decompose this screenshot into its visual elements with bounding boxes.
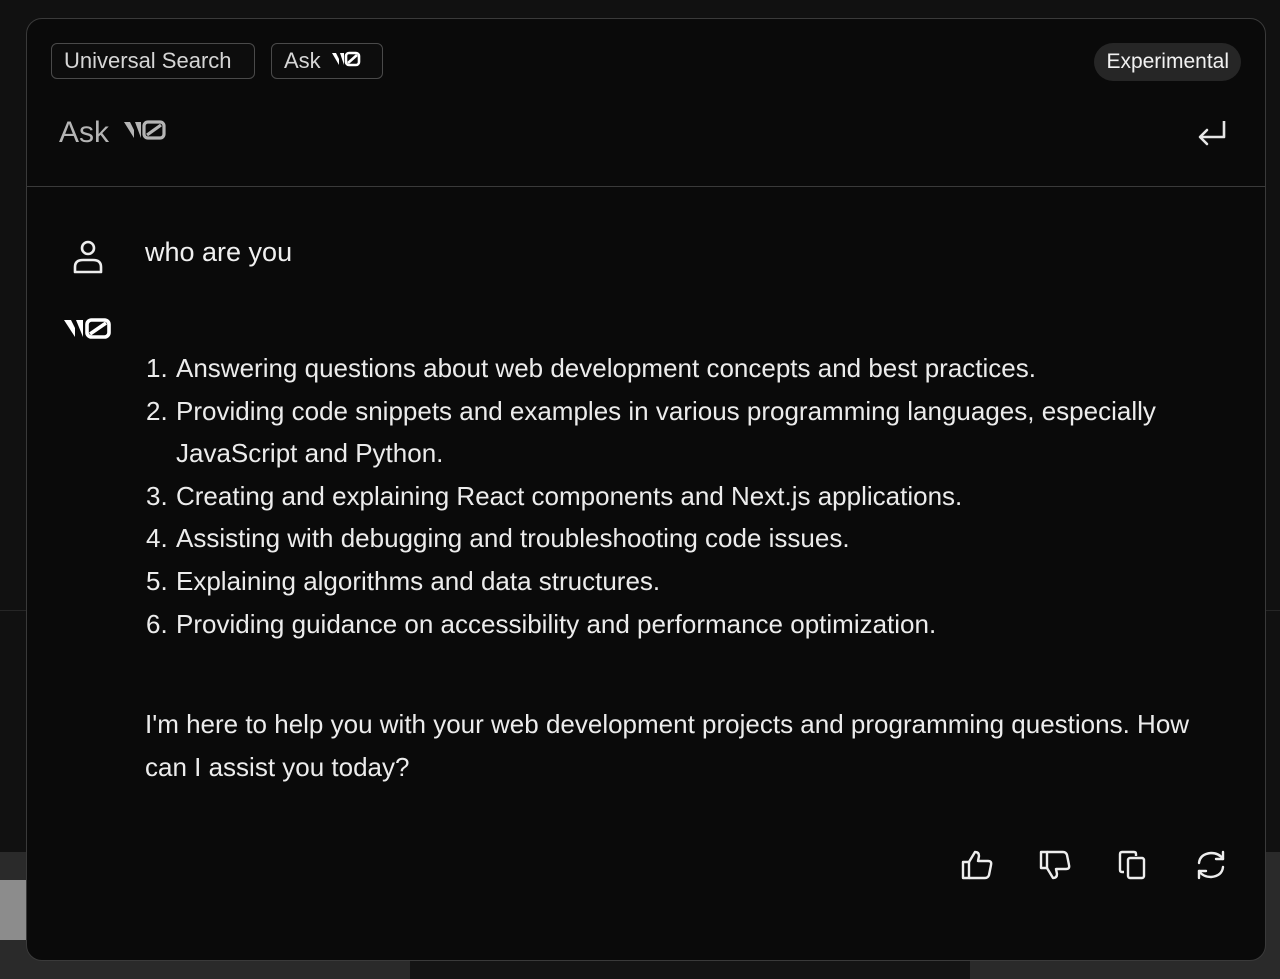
- list-item: 4. Assisting with debugging and troublesh…: [145, 517, 1245, 560]
- list-item-number: 4.: [146, 523, 168, 554]
- list-item-text: Explaining algorithms and data structure…: [176, 565, 661, 596]
- universal-search-chip[interactable]: Universal Search: [51, 43, 255, 79]
- list-item-number: 1.: [146, 353, 168, 383]
- ask-chip-label: Ask: [284, 48, 321, 73]
- v0-logo-icon: [63, 315, 113, 346]
- list-item-number: 6.: [146, 608, 168, 639]
- mode-chips-row: Universal Search Ask Experimental: [51, 43, 1241, 81]
- v0-logo-icon: [123, 116, 167, 150]
- universal-search-chip-label: Universal Search: [64, 48, 232, 73]
- list-item-number: 2.: [146, 395, 168, 426]
- conversation: who are you 1. Answering questions about …: [27, 187, 1265, 960]
- thumbs-down-icon[interactable]: [1037, 847, 1073, 883]
- list-item-text: Creating and explaining React components…: [176, 480, 963, 511]
- ask-input[interactable]: Ask: [59, 111, 1233, 155]
- list-item: 6. Providing guidance on accessibility an…: [145, 603, 1245, 646]
- background-thumbnail: [0, 880, 28, 940]
- enter-icon[interactable]: [1195, 117, 1229, 149]
- thumbs-up-icon[interactable]: [959, 847, 995, 883]
- list-item-text: Assisting with debugging and troubleshoo…: [176, 523, 850, 554]
- ask-input-placeholder: Ask: [59, 116, 167, 150]
- regenerate-icon[interactable]: [1193, 847, 1229, 883]
- list-item-text: Providing code snippets and examples in …: [176, 395, 1156, 469]
- list-item-text: Answering questions about web developmen…: [176, 353, 1036, 383]
- ask-v0-dialog: Universal Search Ask Experimental Ask wh…: [26, 18, 1266, 961]
- v0-logo-icon: [331, 48, 361, 74]
- ask-input-label: Ask: [59, 116, 110, 149]
- list-item: 2. Providing code snippets and examples i…: [145, 390, 1245, 475]
- user-icon: [71, 239, 105, 275]
- list-item-number: 5.: [146, 565, 168, 596]
- list-item-number: 3.: [146, 480, 168, 511]
- copy-icon[interactable]: [1115, 847, 1151, 883]
- user-message: who are you: [145, 237, 293, 267]
- experimental-badge: Experimental: [1094, 43, 1241, 81]
- list-item: 1. Answering questions about web developm…: [145, 347, 1245, 390]
- assistant-closing-message: I'm here to help you with your web devel…: [145, 709, 1190, 782]
- ask-v0-chip[interactable]: Ask: [271, 43, 383, 79]
- response-actions: [959, 847, 1229, 883]
- list-item: 3. Creating and explaining React componen…: [145, 475, 1245, 518]
- assistant-capabilities-list: 1. Answering questions about web developm…: [145, 347, 1245, 645]
- list-item-text: Providing guidance on accessibility and …: [176, 608, 937, 639]
- list-item: 5. Explaining algorithms and data structu…: [145, 560, 1245, 603]
